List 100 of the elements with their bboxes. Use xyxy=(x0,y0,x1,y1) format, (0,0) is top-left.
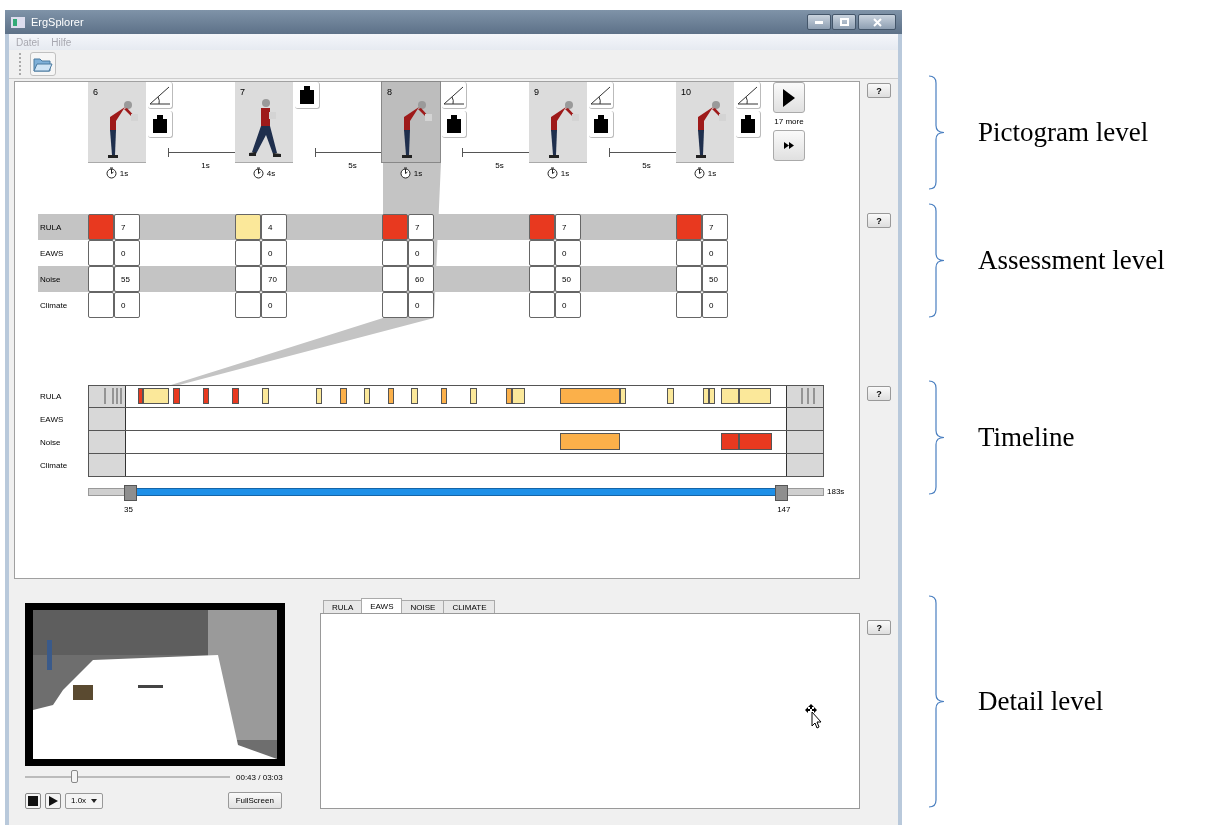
next-button[interactable] xyxy=(773,82,805,113)
excluded-range-shade xyxy=(786,454,823,476)
value-cell: 0 xyxy=(555,292,581,318)
total-duration: 183s xyxy=(827,487,845,496)
value-cell: 50 xyxy=(555,266,581,292)
row-label: Noise xyxy=(39,273,62,286)
value-cell: 0 xyxy=(702,292,728,318)
maximize-icon xyxy=(839,18,849,26)
duration-label: 1s xyxy=(560,168,570,178)
help-button[interactable]: ? xyxy=(867,620,892,635)
speed-dropdown[interactable]: 1.0x xyxy=(65,792,104,809)
value-cell: 0 xyxy=(261,292,287,318)
value-cell: 0 xyxy=(261,240,287,266)
detail-tab[interactable]: RULA xyxy=(322,600,363,613)
pictogram-card[interactable]: 10 xyxy=(676,82,734,162)
stopwatch-icon xyxy=(252,167,264,179)
detail-tab[interactable]: NOISE xyxy=(401,600,445,613)
timeline-segment xyxy=(103,388,106,404)
value-cell: 0 xyxy=(555,240,581,266)
caret-icon xyxy=(91,798,98,803)
weight-icon xyxy=(592,114,610,134)
duration-label: 1s xyxy=(119,168,129,178)
timeline-segment xyxy=(813,388,815,404)
timeline-segment xyxy=(262,388,269,404)
annotation-label: Timeline xyxy=(978,422,1075,453)
row-label: EAWS xyxy=(39,414,65,426)
stopwatch-icon xyxy=(105,167,117,179)
annotation-label: Detail level xyxy=(978,686,1104,717)
row-label: EAWS xyxy=(39,247,65,260)
play-icon xyxy=(783,88,795,107)
value-cell: 7 xyxy=(408,214,434,240)
move-cursor-icon xyxy=(804,704,823,730)
fast-forward-button[interactable] xyxy=(773,130,805,161)
timeline-segment xyxy=(232,388,239,404)
weight-icon xyxy=(151,114,169,134)
timeline-segment xyxy=(440,388,448,404)
range-start-label: 35 xyxy=(124,505,133,514)
pictogram-card[interactable]: 8 xyxy=(382,82,440,162)
weight-icon xyxy=(739,114,757,134)
more-count: 17 more xyxy=(774,117,804,126)
interval-label: 1s xyxy=(201,161,210,170)
timeline-segment xyxy=(202,388,210,404)
value-cell: 0 xyxy=(114,240,140,266)
seek-handle[interactable] xyxy=(71,770,79,783)
angle-icon xyxy=(149,85,171,105)
pictogram-card[interactable]: 9 xyxy=(529,82,587,162)
row-label: RULA xyxy=(39,221,63,234)
fullscreen-button[interactable]: FullScreen xyxy=(227,792,282,809)
value-cell: 7 xyxy=(702,214,728,240)
weight-icon xyxy=(445,114,463,134)
stopwatch-icon xyxy=(399,167,411,179)
close-icon xyxy=(872,17,882,27)
timeline-segment xyxy=(667,388,674,404)
value-cell: 0 xyxy=(114,292,140,318)
timeline-segment xyxy=(316,388,322,404)
timeline-segment xyxy=(411,388,418,404)
angle-icon xyxy=(737,85,759,105)
maximize-button[interactable] xyxy=(832,14,856,30)
excluded-range-shade xyxy=(89,386,126,407)
stop-icon xyxy=(28,795,38,806)
value-cell: 70 xyxy=(261,266,287,292)
help-button[interactable]: ? xyxy=(867,386,892,401)
range-handle[interactable] xyxy=(124,485,138,501)
play-button[interactable] xyxy=(45,792,61,809)
detail-tab[interactable]: EAWS xyxy=(361,598,403,614)
timeline-segment xyxy=(470,388,478,404)
minimize-icon xyxy=(815,20,823,24)
annotation-label: Pictogram level xyxy=(978,117,1149,148)
value-cell: 55 xyxy=(114,266,140,292)
close-button[interactable] xyxy=(858,14,896,30)
value-cell: 4 xyxy=(261,214,287,240)
fast-forward-icon xyxy=(784,142,794,149)
minimize-button[interactable] xyxy=(807,14,831,30)
stop-button[interactable] xyxy=(25,792,41,809)
value-cell: 0 xyxy=(702,240,728,266)
timeline-segment xyxy=(363,388,370,404)
pictogram-card[interactable]: 6 xyxy=(88,82,146,162)
window-title: ErgSplorer xyxy=(31,16,85,28)
pictogram-card[interactable]: 7 xyxy=(235,82,293,162)
value-cell: 7 xyxy=(114,214,140,240)
timeline-segment xyxy=(339,388,347,404)
value-cell: 0 xyxy=(408,292,434,318)
help-button[interactable]: ? xyxy=(867,83,892,98)
folder-icon xyxy=(33,55,53,73)
duration-label: 1s xyxy=(413,168,423,178)
excluded-range-shade xyxy=(89,454,126,476)
value-cell: 50 xyxy=(702,266,728,292)
help-button[interactable]: ? xyxy=(867,213,892,228)
range-end-label: 147 xyxy=(777,505,791,514)
stopwatch-icon xyxy=(546,167,558,179)
row-label: Climate xyxy=(39,460,69,472)
detail-tab[interactable]: CLIMATE xyxy=(443,600,496,613)
excluded-range-shade xyxy=(89,408,126,430)
open-button[interactable] xyxy=(30,52,56,76)
timeline-segment xyxy=(387,388,394,404)
timeline-segment xyxy=(807,388,809,404)
range-handle[interactable] xyxy=(775,485,789,501)
interval-label: 5s xyxy=(348,161,357,170)
value-cell: 7 xyxy=(555,214,581,240)
duration-label: 1s xyxy=(707,168,717,178)
